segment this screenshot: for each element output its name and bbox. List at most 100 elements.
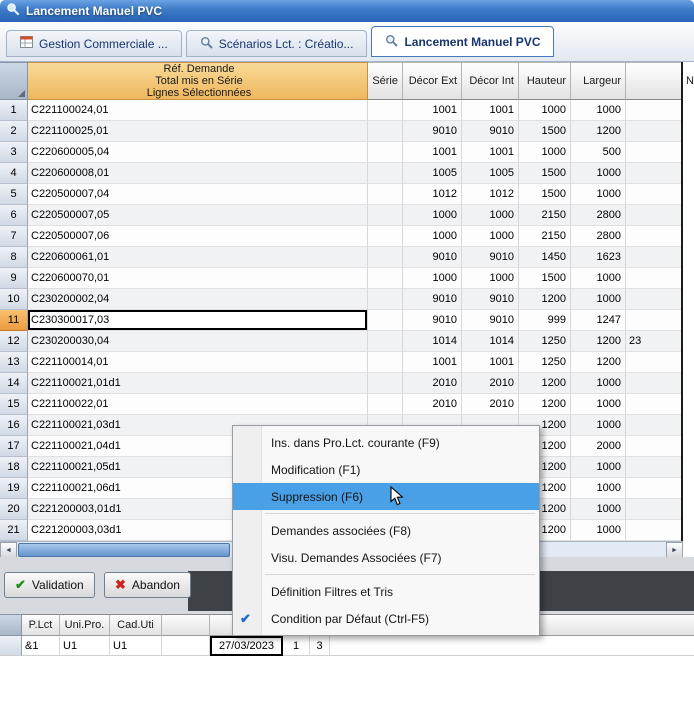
grid-cell[interactable] xyxy=(368,310,403,331)
grid-cell[interactable]: 23 xyxy=(626,331,683,352)
menu-item[interactable]: Demandes associées (F8) xyxy=(233,517,539,544)
grid-cell[interactable] xyxy=(626,436,683,457)
grid-cell[interactable]: 2800 xyxy=(571,226,626,247)
grid-cell[interactable] xyxy=(626,289,683,310)
grid-cell[interactable]: 2800 xyxy=(571,205,626,226)
tab-lancement-manuel-pvc[interactable]: Lancement Manuel PVC xyxy=(371,26,554,57)
menu-item[interactable]: ✔Condition par Défaut (Ctrl-F5) xyxy=(233,605,539,632)
grid-cell[interactable]: 1000 xyxy=(571,394,626,415)
grid-cell[interactable]: 1000 xyxy=(571,268,626,289)
grid-cell[interactable] xyxy=(626,310,683,331)
row-number-cell[interactable]: 6 xyxy=(0,205,28,226)
cell-p-lct[interactable]: &1 xyxy=(22,636,60,656)
grid-cell[interactable]: 2010 xyxy=(403,394,462,415)
table-row[interactable]: 8C220600061,019010901014501623 xyxy=(0,247,683,268)
grid-cell[interactable] xyxy=(368,247,403,268)
grid-cell[interactable]: 9010 xyxy=(462,310,519,331)
column-header-hauteur[interactable]: Hauteur xyxy=(519,62,571,100)
row-number-cell[interactable]: 2 xyxy=(0,121,28,142)
scroll-left-button[interactable]: ◄ xyxy=(0,542,17,558)
row-number-cell[interactable]: 17 xyxy=(0,436,28,457)
row-number-cell[interactable]: 15 xyxy=(0,394,28,415)
grid-cell[interactable]: 1001 xyxy=(462,352,519,373)
row-number-cell[interactable]: 8 xyxy=(0,247,28,268)
grid-cell[interactable]: C220500007,04 xyxy=(28,184,368,205)
grid-cell[interactable] xyxy=(626,499,683,520)
grid-cell[interactable] xyxy=(368,331,403,352)
grid-cell[interactable]: 1250 xyxy=(519,331,571,352)
grid-cell[interactable]: 2000 xyxy=(571,436,626,457)
column-header-blank[interactable] xyxy=(162,614,210,636)
grid-cell[interactable] xyxy=(368,289,403,310)
row-number-cell[interactable]: 21 xyxy=(0,520,28,541)
column-header-blank[interactable] xyxy=(626,62,683,100)
grid-cell[interactable]: 1000 xyxy=(519,142,571,163)
grid-cell[interactable]: 1500 xyxy=(519,268,571,289)
table-row[interactable]: 7C220500007,061000100021502800 xyxy=(0,226,683,247)
grid-cell[interactable]: C221100014,01 xyxy=(28,352,368,373)
grid-cell[interactable]: 1450 xyxy=(519,247,571,268)
grid-cell[interactable]: 2150 xyxy=(519,205,571,226)
grid-cell[interactable]: 1000 xyxy=(462,205,519,226)
grid-cell[interactable]: 999 xyxy=(519,310,571,331)
grid-cell[interactable] xyxy=(368,226,403,247)
grid-cell[interactable]: 1014 xyxy=(403,331,462,352)
grid-cell[interactable]: C220600070,01 xyxy=(28,268,368,289)
tab-gestion-commerciale[interactable]: Gestion Commerciale ... xyxy=(6,30,182,57)
grid-cell[interactable]: 1200 xyxy=(571,121,626,142)
grid-cell[interactable]: 1250 xyxy=(519,352,571,373)
table-row[interactable]: 12C230200030,04101410141250120023 xyxy=(0,331,683,352)
table-row[interactable]: 15C221100022,012010201012001000 xyxy=(0,394,683,415)
grid-cell[interactable]: 1200 xyxy=(519,289,571,310)
grid-cell[interactable]: 9010 xyxy=(462,247,519,268)
grid-cell[interactable]: 1005 xyxy=(403,163,462,184)
row-number-cell[interactable]: 9 xyxy=(0,268,28,289)
grid-cell[interactable] xyxy=(368,184,403,205)
menu-item[interactable]: Définition Filtres et Tris xyxy=(233,578,539,605)
grid-cell[interactable]: C221100024,01 xyxy=(28,100,368,121)
grid-cell[interactable] xyxy=(368,268,403,289)
scroll-right-button[interactable]: ► xyxy=(666,542,683,558)
table-row[interactable]: 5C220500007,041012101215001000 xyxy=(0,184,683,205)
grid-cell[interactable]: 9010 xyxy=(403,247,462,268)
table-row[interactable]: 14C221100021,01d12010201012001000 xyxy=(0,373,683,394)
column-header-ref-demande[interactable]: Réf. Demande Total mis en Série Lignes S… xyxy=(28,62,368,100)
grid-cell[interactable]: 1000 xyxy=(571,289,626,310)
grid-cell[interactable] xyxy=(626,394,683,415)
grid-cell[interactable]: C220600008,01 xyxy=(28,163,368,184)
grid-cell[interactable]: 9010 xyxy=(462,289,519,310)
grid-cell[interactable] xyxy=(626,163,683,184)
column-header-uni-pro[interactable]: Uni.Pro. xyxy=(60,614,110,636)
grid-cell[interactable]: 1000 xyxy=(403,268,462,289)
grid-cell[interactable]: 2010 xyxy=(462,394,519,415)
cell-date-selected[interactable]: 27/03/2023 xyxy=(210,636,283,656)
grid-cell[interactable] xyxy=(626,247,683,268)
row-number-cell[interactable]: 20 xyxy=(0,499,28,520)
table-row[interactable]: 10C230200002,049010901012001000 xyxy=(0,289,683,310)
table-row[interactable]: 6C220500007,051000100021502800 xyxy=(0,205,683,226)
grid-cell[interactable] xyxy=(368,142,403,163)
grid-cell[interactable] xyxy=(626,415,683,436)
scrollbar-thumb[interactable] xyxy=(18,543,230,557)
grid-cell[interactable]: 1500 xyxy=(519,184,571,205)
grid-cell[interactable]: 1200 xyxy=(571,352,626,373)
grid-cell[interactable]: 1500 xyxy=(519,163,571,184)
row-number-cell[interactable]: 12 xyxy=(0,331,28,352)
grid-cell[interactable]: 1005 xyxy=(462,163,519,184)
column-header-p-lct[interactable]: P.Lct xyxy=(22,614,60,636)
grid-cell[interactable]: C221100025,01 xyxy=(28,121,368,142)
grid-cell[interactable]: 1200 xyxy=(571,331,626,352)
cell-blank[interactable] xyxy=(162,636,210,656)
table-row[interactable]: 13C221100014,011001100112501200 xyxy=(0,352,683,373)
grid-cell[interactable]: 1000 xyxy=(403,205,462,226)
grid-cell[interactable]: 2150 xyxy=(519,226,571,247)
table-row[interactable]: 3C220600005,04100110011000500 xyxy=(0,142,683,163)
grid-cell[interactable]: 1001 xyxy=(403,100,462,121)
row-number-cell[interactable]: 4 xyxy=(0,163,28,184)
column-header-largeur[interactable]: Largeur xyxy=(571,62,626,100)
row-number-cell[interactable]: 14 xyxy=(0,373,28,394)
grid-cell[interactable]: C220500007,06 xyxy=(28,226,368,247)
column-header-n[interactable]: N xyxy=(686,62,694,100)
grid-cell[interactable]: C230300017,03 xyxy=(28,310,368,331)
grid-cell[interactable]: 1000 xyxy=(571,373,626,394)
